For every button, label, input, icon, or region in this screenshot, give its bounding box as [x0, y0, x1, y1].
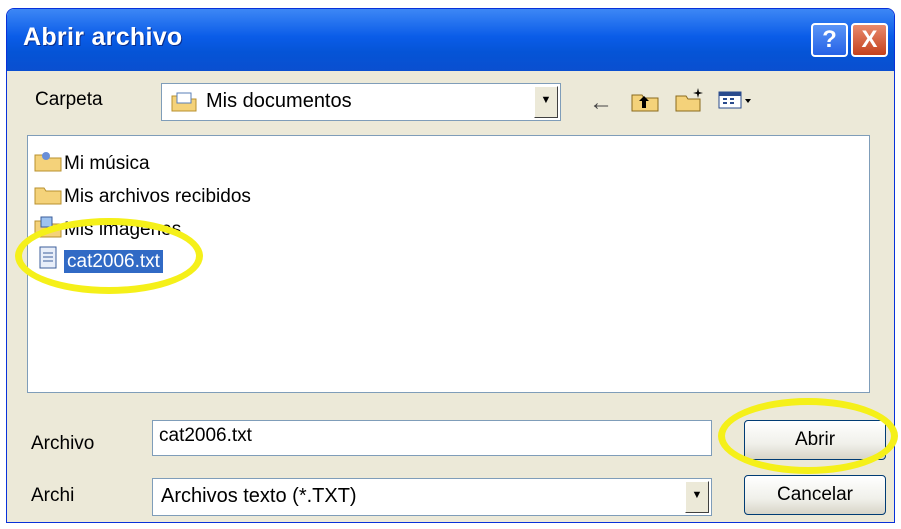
- music-folder-icon: [34, 150, 62, 172]
- list-item[interactable]: Mis imágenes: [34, 216, 181, 242]
- folder-icon: [170, 91, 198, 118]
- list-item-selected[interactable]: cat2006.txt: [34, 246, 163, 273]
- folder-label: Carpeta: [35, 89, 103, 110]
- folder-value: Mis documentos: [206, 90, 352, 112]
- pictures-folder-icon: [34, 216, 62, 238]
- close-button[interactable]: X: [851, 23, 888, 57]
- text-file-icon: [34, 246, 62, 269]
- filename-label: Archivo: [31, 433, 95, 454]
- title-bar[interactable]: Abrir archivo ? X: [7, 9, 894, 71]
- filetype-value: Archivos texto (*.TXT): [161, 485, 357, 507]
- chevron-down-icon[interactable]: ▼: [534, 86, 558, 118]
- filetype-label: Archi: [31, 485, 75, 506]
- list-item[interactable]: Mis archivos recibidos: [34, 183, 251, 209]
- back-arrow-icon[interactable]: ←: [589, 89, 613, 117]
- open-button[interactable]: Abrir: [744, 420, 886, 460]
- filetype-select[interactable]: Archivos texto (*.TXT) ▼: [152, 478, 712, 516]
- filename-input[interactable]: cat2006.txt: [152, 420, 712, 456]
- dialog-title: Abrir archivo: [23, 23, 183, 51]
- new-folder-icon[interactable]: [674, 87, 706, 120]
- list-item[interactable]: Mi música: [34, 150, 150, 176]
- open-file-dialog: Abrir archivo ? X Carpeta Mis documentos…: [6, 8, 895, 523]
- folder-select[interactable]: Mis documentos ▼: [161, 83, 561, 121]
- cancel-button[interactable]: Cancelar: [744, 475, 886, 515]
- chevron-down-icon[interactable]: ▼: [685, 481, 709, 513]
- folder-icon: [34, 183, 62, 205]
- file-list[interactable]: Mi música Mis archivos recibidos Mis imá…: [27, 135, 870, 393]
- help-button[interactable]: ?: [811, 23, 848, 57]
- up-folder-icon[interactable]: [630, 89, 660, 120]
- view-menu-icon[interactable]: [717, 89, 753, 118]
